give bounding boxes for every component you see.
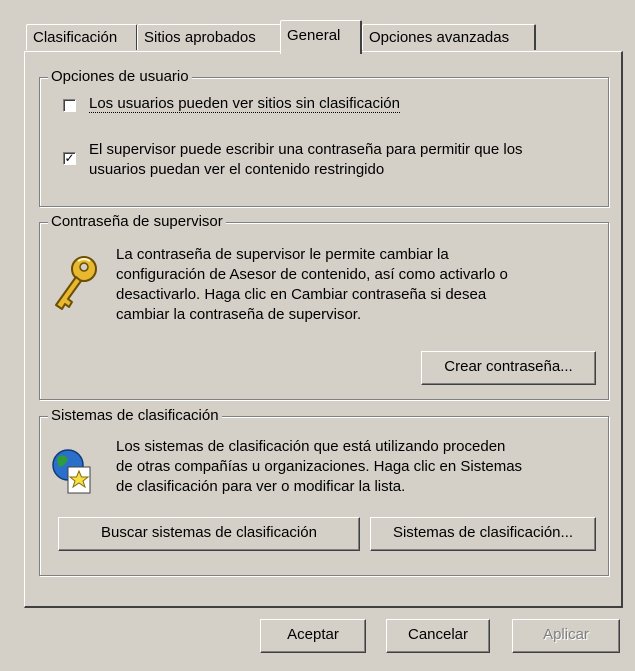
globe-document-icon bbox=[52, 449, 91, 494]
tab-label: Opciones avanzadas bbox=[369, 29, 510, 46]
supervisor-password-title: Contraseña de supervisor bbox=[48, 212, 226, 232]
supervisor-password-label[interactable]: El supervisor puede escribir una contras… bbox=[89, 140, 523, 180]
rating-systems-button[interactable]: Sistemas de clasificación... bbox=[370, 517, 596, 551]
tab-sitios-aprobados[interactable]: Sitios aprobados bbox=[137, 24, 282, 50]
tab-label: General bbox=[287, 27, 341, 44]
unrated-sites-label[interactable]: Los usuarios pueden ver sitios sin clasi… bbox=[89, 94, 400, 114]
rating-systems-description: Los sistemas de clasificación que está u… bbox=[116, 438, 523, 495]
rating-systems-title: Sistemas de clasificación bbox=[48, 406, 222, 426]
find-rating-systems-button[interactable]: Buscar sistemas de clasificación bbox=[58, 517, 360, 551]
tab-opciones-avanzadas[interactable]: Opciones avanzadas bbox=[362, 24, 536, 50]
key-icon bbox=[55, 256, 97, 310]
supervisor-password-checkbox[interactable]: ✓ bbox=[63, 152, 76, 165]
user-options-title: Opciones de usuario bbox=[48, 67, 192, 87]
tab-label: Clasificación bbox=[33, 29, 118, 46]
general-tab-panel: Opciones de usuario Los usuarios pueden … bbox=[24, 51, 623, 608]
user-options-group: Opciones de usuario Los usuarios pueden … bbox=[39, 67, 609, 207]
cancel-button[interactable]: Cancelar bbox=[386, 619, 490, 653]
supervisor-password-description: La contraseña de supervisor le permite c… bbox=[116, 246, 508, 323]
rating-systems-group: Sistemas de clasificación Los sistemas d… bbox=[39, 406, 609, 576]
supervisor-password-group: Contraseña de supervisor La contraseña d… bbox=[39, 212, 609, 400]
apply-button[interactable]: Aplicar bbox=[512, 619, 620, 653]
unrated-sites-checkbox[interactable] bbox=[63, 99, 76, 112]
tab-general[interactable]: General bbox=[280, 20, 362, 54]
ok-button[interactable]: Aceptar bbox=[260, 619, 366, 653]
create-password-button[interactable]: Crear contraseña... bbox=[421, 351, 596, 385]
tab-label: Sitios aprobados bbox=[144, 29, 256, 46]
tab-clasificacion[interactable]: Clasificación bbox=[26, 24, 138, 50]
